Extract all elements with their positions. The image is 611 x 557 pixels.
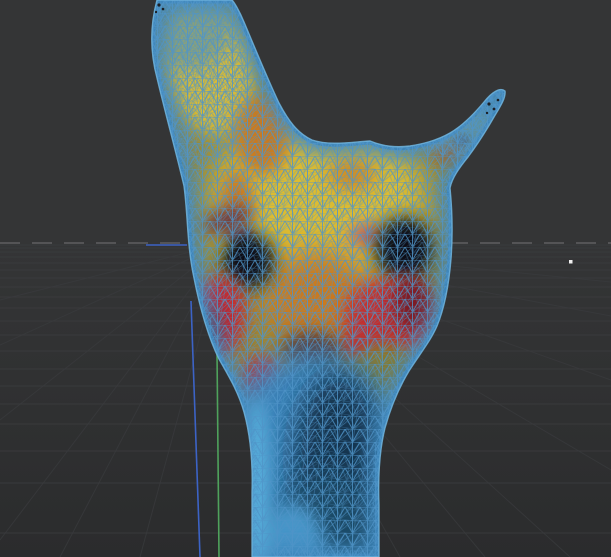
- origin-dot: [569, 260, 573, 264]
- viewport-3d[interactable]: [0, 0, 611, 557]
